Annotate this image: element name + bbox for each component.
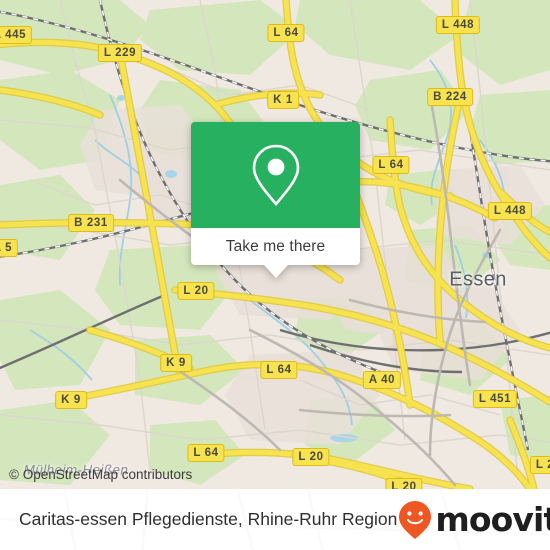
road-shield: K 9 [160,354,192,372]
road-shield: L 229 [97,44,143,62]
road-shield: L 448 [435,16,481,34]
road-shield: L 20 [385,478,423,489]
popup-pointer-tail [263,265,288,278]
map-pin-icon [252,144,299,206]
popup-header [191,122,360,228]
place-label-essen: Essen [449,268,507,291]
location-title: Caritas-essen Pflegedienste, Rhine-Ruhr … [19,509,398,529]
screenshot-root: Essen Mülheim-Heißen L 445L 229L 64L 448… [0,0,550,550]
moovit-smiley-pin-icon [399,500,432,539]
take-me-there-label: Take me there [225,237,326,255]
moovit-logo[interactable]: moovit [397,500,550,540]
footer-bar: Caritas-essen Pflegedienste, Rhine-Ruhr … [0,489,550,550]
road-shield: A 40 [362,371,402,389]
take-me-there-popup[interactable]: Take me there [191,122,360,278]
road-shield: K 9 [55,391,87,409]
road-shield: L 5 [0,239,19,257]
road-shield: K 1 [267,91,299,109]
road-shield: L 20 [292,448,330,466]
road-shield: L 2 [529,456,550,474]
road-shield: L 445 [0,26,33,44]
road-shield: B 224 [427,88,473,106]
road-shield: B 231 [68,214,114,232]
osm-attribution: © OpenStreetMap contributors [9,467,193,482]
road-shield: L 64 [260,361,298,379]
road-shield: L 451 [472,390,518,408]
road-shield: L 20 [177,282,215,300]
popup-action-bar[interactable]: Take me there [191,228,360,278]
map-canvas[interactable]: Essen Mülheim-Heißen L 445L 229L 64L 448… [0,0,550,489]
moovit-wordmark: moovit [435,500,550,539]
road-shield: L 64 [187,444,225,462]
road-shield: L 64 [267,24,305,42]
road-shield: L 64 [372,156,410,174]
road-shield: L 448 [487,202,533,220]
